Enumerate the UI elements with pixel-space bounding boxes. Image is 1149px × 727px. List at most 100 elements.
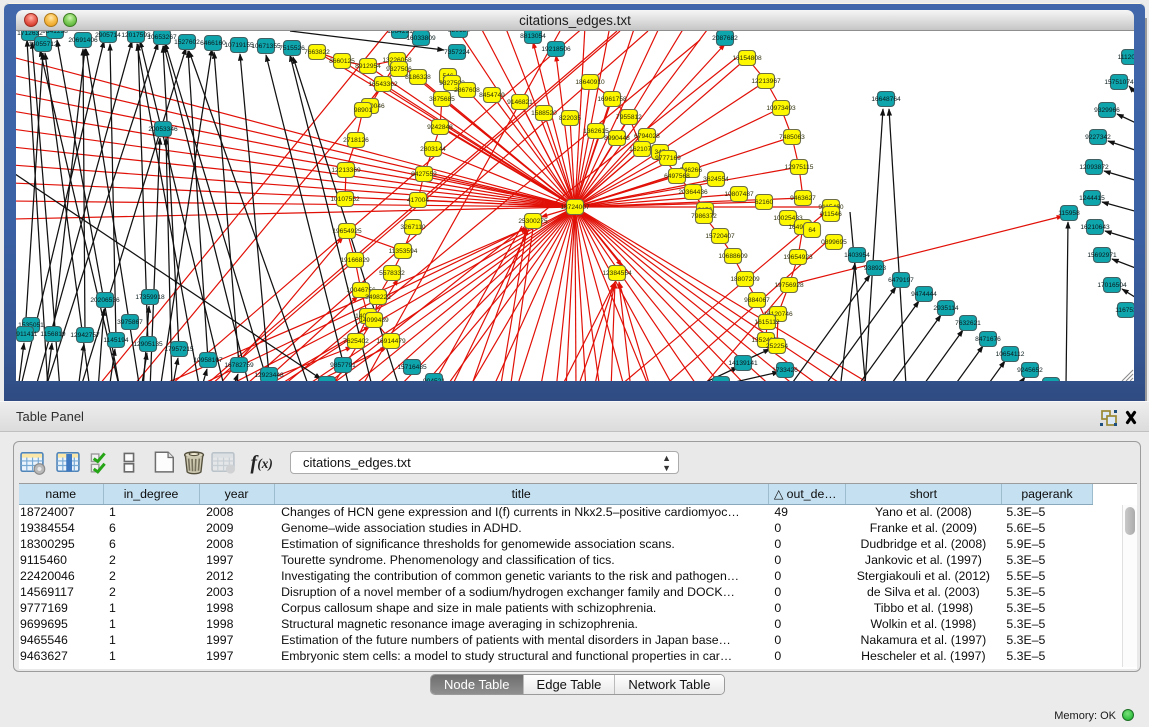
svg-text:19166829: 19166829: [340, 257, 370, 264]
svg-text:8427552: 8427552: [411, 171, 437, 178]
svg-text:17359918: 17359918: [135, 294, 165, 301]
svg-text:16648764: 16648764: [871, 96, 901, 103]
svg-text:2087682: 2087682: [712, 35, 738, 42]
svg-text:822035: 822035: [559, 115, 581, 122]
svg-text:10973493: 10973493: [766, 105, 796, 112]
svg-text:1112058: 1112058: [1118, 54, 1134, 61]
svg-text:417004: 417004: [407, 197, 429, 204]
svg-text:1615112: 1615112: [754, 319, 780, 326]
svg-text:98901: 98901: [354, 107, 373, 114]
svg-text:9777169: 9777169: [655, 155, 681, 162]
svg-text:16914479: 16914479: [376, 338, 406, 345]
svg-text:12093872: 12093872: [1079, 164, 1109, 171]
svg-text:14099489: 14099489: [359, 317, 389, 324]
svg-text:15720407: 15720407: [705, 233, 735, 240]
svg-text:9327506: 9327506: [386, 66, 412, 73]
svg-text:62160: 62160: [755, 199, 774, 206]
svg-text:1362615: 1362615: [583, 128, 609, 135]
svg-text:3975867: 3975867: [117, 319, 143, 326]
svg-text:2867608: 2867608: [454, 87, 480, 94]
svg-text:3911411: 3911411: [16, 331, 38, 338]
svg-text:3498222: 3498222: [365, 294, 391, 301]
svg-text:11353594: 11353594: [389, 248, 418, 255]
svg-text:19756928: 19756928: [774, 282, 804, 289]
svg-text:116753: 116753: [1115, 307, 1134, 314]
svg-text:16782759: 16782759: [224, 362, 254, 369]
svg-text:18640910: 18640910: [575, 79, 605, 86]
svg-text:19218506: 19218506: [541, 46, 571, 53]
svg-text:1156819: 1156819: [40, 331, 66, 338]
svg-text:1244415: 1244415: [1079, 195, 1105, 202]
svg-text:6466160: 6466160: [200, 40, 226, 47]
svg-text:6497568: 6497568: [664, 173, 690, 180]
svg-text:9474444: 9474444: [911, 291, 937, 298]
svg-text:904521: 904521: [423, 378, 445, 381]
svg-text:829134: 829134: [448, 31, 470, 34]
svg-text:19654925: 19654925: [332, 228, 362, 235]
svg-text:18807209: 18807209: [730, 276, 760, 283]
svg-text:7357224: 7357224: [444, 49, 470, 56]
svg-text:12384554: 12384554: [602, 270, 632, 277]
svg-text:6479197: 6479197: [888, 277, 914, 284]
svg-text:14139141: 14139141: [728, 360, 758, 367]
svg-text:7986372: 7986372: [691, 213, 717, 220]
svg-text:8186328: 8186328: [405, 74, 431, 81]
svg-text:7632621: 7632621: [955, 320, 981, 327]
svg-text:16210643: 16210643: [1080, 224, 1110, 231]
svg-text:15751074: 15751074: [1104, 79, 1134, 86]
svg-text:17957215: 17957215: [164, 346, 194, 353]
svg-text:1145194: 1145194: [103, 337, 129, 344]
svg-text:1527602: 1527602: [174, 39, 200, 46]
svg-text:15716485: 15716485: [397, 364, 427, 371]
svg-text:1733426: 1733426: [772, 367, 798, 374]
svg-text:9329966: 9329966: [1094, 107, 1120, 114]
svg-text:938923: 938923: [864, 265, 886, 272]
svg-text:8813054: 8813054: [520, 33, 546, 40]
svg-text:9245652: 9245652: [1017, 367, 1043, 374]
svg-text:12213369: 12213369: [331, 167, 361, 174]
svg-text:15692971: 15692971: [1087, 252, 1117, 259]
svg-text:8912954: 8912954: [355, 63, 381, 70]
svg-text:2718126: 2718126: [343, 137, 369, 144]
svg-text:2935114: 2935114: [933, 305, 959, 312]
svg-text:7515526: 7515526: [279, 45, 305, 52]
svg-text:12942757: 12942757: [70, 332, 100, 339]
svg-text:8454749: 8454749: [479, 92, 505, 99]
svg-text:3875685: 3875685: [429, 96, 455, 103]
svg-text:25300275: 25300275: [518, 218, 548, 225]
svg-text:115958: 115958: [1058, 210, 1080, 217]
svg-text:8660125: 8660125: [329, 58, 355, 65]
svg-text:7485063: 7485063: [779, 134, 805, 141]
svg-text:911546: 911546: [820, 211, 842, 218]
svg-text:252254: 252254: [766, 343, 788, 350]
svg-text:20691406: 20691406: [68, 37, 98, 44]
svg-text:12905135: 12905135: [133, 341, 163, 348]
svg-text:3267110: 3267110: [400, 224, 426, 231]
svg-text:20206536: 20206536: [90, 297, 120, 304]
svg-text:8990448: 8990448: [604, 135, 630, 142]
svg-text:(x): (x): [257, 456, 272, 471]
svg-text:7625402: 7625402: [343, 338, 369, 345]
svg-text:5578332: 5578332: [379, 270, 405, 277]
svg-text:7663822: 7663822: [304, 49, 330, 56]
svg-text:0899695: 0899695: [821, 239, 847, 246]
svg-text:20053346: 20053346: [148, 126, 178, 133]
svg-text:3624554: 3624554: [703, 176, 729, 183]
svg-text:10654112: 10654112: [996, 351, 1025, 358]
svg-text:6794028: 6794028: [634, 133, 660, 140]
svg-text:16543362: 16543362: [368, 81, 398, 88]
svg-text:10719155: 10719155: [224, 42, 254, 49]
svg-text:9146821: 9146821: [507, 99, 533, 106]
svg-text:17016504: 17016504: [1097, 282, 1127, 289]
svg-text:10653267: 10653267: [147, 34, 177, 41]
svg-text:19654923: 19654923: [783, 254, 813, 261]
svg-text:9884067: 9884067: [744, 297, 770, 304]
svg-text:10958107: 10958107: [193, 357, 223, 364]
svg-text:16154808: 16154808: [732, 55, 762, 62]
svg-text:1403954: 1403954: [844, 252, 870, 259]
svg-text:7955812: 7955812: [616, 114, 642, 121]
svg-text:16961758: 16961758: [597, 96, 627, 103]
svg-text:2803144: 2803144: [420, 146, 446, 153]
svg-text:10107552: 10107552: [330, 196, 360, 203]
svg-text:10671355: 10671355: [251, 43, 281, 50]
